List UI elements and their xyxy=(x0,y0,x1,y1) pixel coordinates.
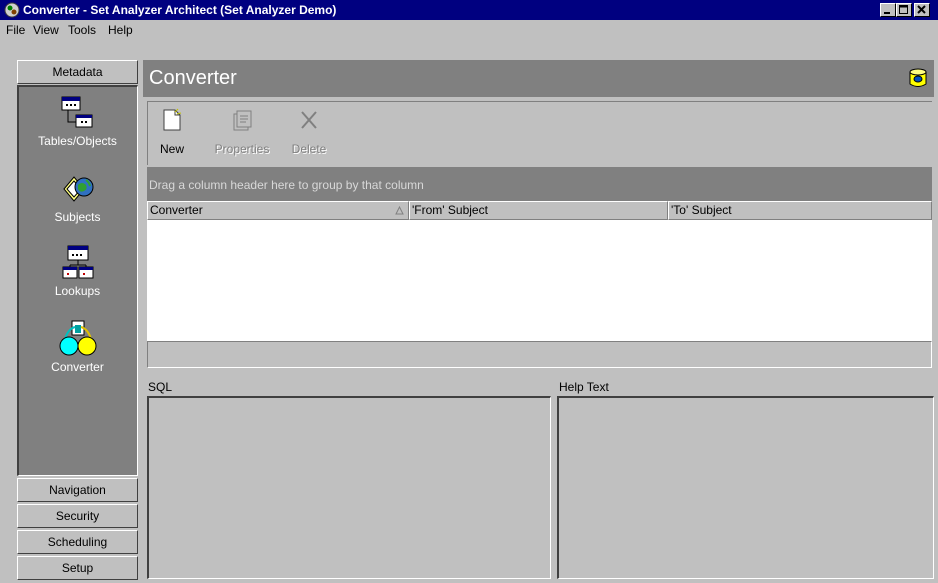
converter-icon xyxy=(59,320,96,356)
new-label: New xyxy=(159,142,184,156)
group-by-area[interactable]: Drag a column header here to group by th… xyxy=(147,167,932,201)
menu-view[interactable]: View xyxy=(33,23,59,37)
new-document-icon xyxy=(163,108,182,131)
setup-button[interactable]: Setup xyxy=(17,556,138,580)
page-header: Converter xyxy=(143,60,934,97)
window-title: Converter - Set Analyzer Architect (Set … xyxy=(23,3,337,17)
maximize-button[interactable] xyxy=(896,3,912,17)
nav-label-subjects: Subjects xyxy=(54,210,101,224)
help-text-label: Help Text xyxy=(559,380,609,394)
navigation-button[interactable]: Navigation xyxy=(17,478,138,502)
group-by-hint: Drag a column header here to group by th… xyxy=(149,178,424,192)
close-button[interactable] xyxy=(914,3,930,17)
nav-item-subjects[interactable]: Subjects xyxy=(19,171,136,224)
menu-help[interactable]: Help xyxy=(108,23,133,37)
sort-ascending-icon xyxy=(395,206,404,215)
nav-item-lookups[interactable]: Lookups xyxy=(19,245,136,298)
grid-header-row: Converter 'From' Subject 'To' Subject xyxy=(147,201,932,220)
column-header-converter[interactable]: Converter xyxy=(147,201,409,220)
minimize-icon xyxy=(884,12,890,14)
app-icon xyxy=(4,2,20,18)
help-text-pane[interactable] xyxy=(557,396,934,579)
maximize-icon xyxy=(899,5,908,14)
menu-bar: File View Tools Help xyxy=(0,20,938,38)
column-header-label: 'From' Subject xyxy=(412,203,488,217)
column-header-label: Converter xyxy=(150,203,203,217)
column-header-to-subject[interactable]: 'To' Subject xyxy=(668,201,932,220)
minimize-button[interactable] xyxy=(880,3,896,17)
metadata-button[interactable]: Metadata xyxy=(17,60,138,84)
column-header-label: 'To' Subject xyxy=(671,203,732,217)
database-icon[interactable] xyxy=(909,68,927,88)
lookups-icon xyxy=(62,245,93,279)
security-button[interactable]: Security xyxy=(17,504,138,528)
scheduling-button[interactable]: Scheduling xyxy=(17,530,138,554)
nav-item-tables-objects[interactable]: Tables/Objects xyxy=(19,95,136,148)
menu-file[interactable]: File xyxy=(6,23,25,37)
nav-label-converter: Converter xyxy=(51,360,104,374)
subjects-icon xyxy=(62,176,93,202)
tables-objects-icon xyxy=(61,96,92,128)
title-bar[interactable]: Converter - Set Analyzer Architect (Set … xyxy=(0,0,938,20)
properties-button[interactable]: Properties xyxy=(210,108,274,156)
sql-label: SQL xyxy=(148,380,173,394)
nav-label-tables-objects: Tables/Objects xyxy=(38,134,117,148)
grid-body[interactable] xyxy=(147,220,932,341)
page-title: Converter xyxy=(149,67,237,89)
delete-button[interactable]: Delete xyxy=(284,108,334,156)
menu-tools[interactable]: Tools xyxy=(68,23,96,37)
toolbar: New Properties Delete xyxy=(147,101,932,165)
delete-label: Delete xyxy=(291,142,327,156)
nav-label-lookups: Lookups xyxy=(54,284,101,298)
close-icon xyxy=(917,5,926,14)
grid-footer xyxy=(147,341,932,368)
new-button[interactable]: New xyxy=(150,108,194,156)
metadata-panel: Tables/Objects Subjects Lookups Converte… xyxy=(17,85,138,476)
sql-pane[interactable] xyxy=(147,396,551,579)
delete-icon xyxy=(301,111,317,129)
properties-label: Properties xyxy=(214,142,270,156)
nav-item-converter[interactable]: Converter xyxy=(19,319,136,374)
properties-icon xyxy=(233,110,252,131)
column-header-from-subject[interactable]: 'From' Subject xyxy=(409,201,668,220)
